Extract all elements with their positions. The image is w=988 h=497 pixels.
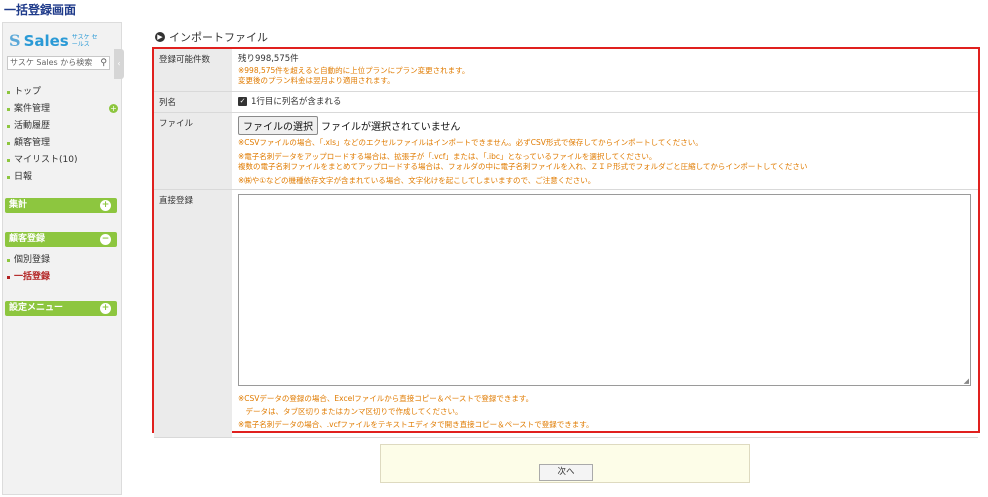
bullet-icon	[7, 159, 10, 162]
direct-entry-cell: ◢ ※CSVデータの登録の場合、Excelファイルから直接コピー＆ペーストで登録…	[232, 189, 978, 438]
file-note-1: ※CSVファイルの場合、「.xls」などのエクセルファイルはインポートできません…	[238, 137, 703, 147]
section-heading-text: インポートファイル	[169, 31, 268, 44]
direct-note-1: ※CSVデータの登録の場合、Excelファイルから直接コピー＆ペーストで登録でき…	[238, 393, 534, 403]
search-icon[interactable]: ⚲	[100, 57, 107, 69]
bullet-icon	[7, 125, 10, 128]
file-cell: ファイルの選択 ファイルが選択されていません ※CSVファイルの場合、「.xls」…	[232, 112, 978, 190]
section-settings-menu[interactable]: 設定メニュー +	[5, 301, 117, 316]
nav-item-label: マイリスト(10)	[14, 155, 78, 165]
nav-item-mylist[interactable]: マイリスト(10)	[7, 152, 117, 169]
file-note-4: ※㈱や①などの機種依存文字が含まれている場合、文字化けを起こしてしまいますので、…	[238, 175, 596, 185]
nav-item-customers[interactable]: 顧客管理	[7, 135, 117, 152]
add-deal-icon[interactable]: +	[109, 104, 118, 113]
arrow-right-icon: ▶	[155, 32, 165, 42]
minus-icon[interactable]: −	[100, 234, 111, 245]
nav-item-individual-registration[interactable]: 個別登録	[7, 252, 117, 269]
nav-item-bulk-registration[interactable]: 一括登録	[7, 269, 117, 286]
bullet-icon	[7, 142, 10, 145]
customer-registration-subnav: 個別登録 一括登録	[7, 252, 117, 286]
search-input[interactable]: サスケ Sales から検索 ⚲	[7, 56, 110, 70]
logo-subtext: サスケ セールス	[71, 33, 98, 48]
logo-icon: S	[9, 31, 21, 50]
page-title: 一括登録画面	[4, 3, 77, 17]
section-label: 顧客登録	[9, 234, 46, 244]
file-status: ファイルが選択されていません	[321, 121, 461, 133]
capacity-cell: 残り998,575件 ※998,575件を超えると自動的に上位プランにプラン変更…	[232, 49, 978, 92]
capacity-label: 登録可能件数	[154, 49, 232, 92]
row-capacity: 登録可能件数 残り998,575件 ※998,575件を超えると自動的に上位プラ…	[154, 49, 978, 92]
resize-grip-icon[interactable]: ◢	[964, 377, 969, 385]
bullet-icon	[7, 176, 10, 179]
choose-file-button[interactable]: ファイルの選択	[238, 115, 318, 135]
direct-note-3: ※電子名刺データの場合、.vcfファイルをテキストエディタで開き直接コピー＆ペー…	[238, 419, 594, 429]
plus-icon[interactable]: +	[100, 200, 111, 211]
header-row-checkbox[interactable]: ✓	[238, 96, 247, 106]
bullet-icon	[7, 276, 10, 279]
nav-item-label: 個別登録	[14, 255, 51, 265]
bullet-icon	[7, 259, 10, 262]
file-label: ファイル	[154, 112, 232, 190]
section-label: 設定メニュー	[9, 303, 64, 313]
main-nav: トップ 案件管理 + 活動履歴 顧客管理 マイリスト(10) 日報	[7, 84, 118, 186]
file-note-3: 複数の電子名刺ファイルをまとめてアップロードする場合は、フォルダの中に電子名刺フ…	[238, 161, 808, 171]
sidebar-collapse-tab[interactable]: ‹	[114, 49, 124, 79]
logo-text: Sales	[23, 31, 69, 50]
nav-item-deals[interactable]: 案件管理 +	[7, 101, 118, 118]
nav-item-label: トップ	[14, 87, 42, 97]
action-footer: 次へ	[380, 444, 750, 483]
nav-item-label: 活動履歴	[14, 121, 51, 131]
header-row-checkbox-label: 1行目に列名が含まれる	[251, 96, 342, 107]
nav-item-activity[interactable]: 活動履歴	[7, 118, 117, 135]
sidebar: ‹ S Sales サスケ セールス サスケ Sales から検索 ⚲ トップ …	[2, 22, 124, 495]
bullet-icon	[7, 108, 10, 111]
logo[interactable]: S Sales サスケ セールス	[9, 31, 98, 50]
direct-entry-label: 直接登録	[154, 189, 232, 438]
nav-item-label: 一括登録	[14, 272, 51, 282]
capacity-value: 残り998,575件	[238, 54, 299, 64]
import-form-table: 登録可能件数 残り998,575件 ※998,575件を超えると自動的に上位プラ…	[154, 49, 978, 438]
row-header: 列名 ✓ 1行目に列名が含まれる	[154, 91, 978, 113]
next-button[interactable]: 次へ	[539, 464, 593, 481]
nav-item-label: 顧客管理	[14, 138, 51, 148]
nav-item-label: 日報	[14, 172, 33, 182]
nav-item-top[interactable]: トップ	[7, 84, 117, 101]
capacity-note-2: 変更後のプラン料金は翌月より適用されます。	[238, 76, 395, 85]
row-file: ファイル ファイルの選択 ファイルが選択されていません ※CSVファイルの場合、「…	[154, 112, 978, 190]
bullet-icon	[7, 91, 10, 94]
search-placeholder: サスケ Sales から検索	[10, 58, 93, 67]
import-form: 登録可能件数 残り998,575件 ※998,575件を超えると自動的に上位プラ…	[152, 47, 980, 438]
direct-note-2: データは、タブ区切りまたはカンマ区切りで作成してください。	[238, 406, 463, 416]
capacity-note-1: ※998,575件を超えると自動的に上位プランにプラン変更されます。	[238, 66, 470, 75]
nav-item-daily-report[interactable]: 日報	[7, 169, 117, 186]
section-heading: ▶ インポートファイル	[155, 29, 268, 45]
section-label: 集計	[9, 200, 28, 210]
file-note-2: ※電子名刺データをアップロードする場合は、拡張子が「.vcf」または、「.ibc…	[238, 151, 657, 161]
section-customer-registration[interactable]: 顧客登録 −	[5, 232, 117, 247]
row-direct-entry: 直接登録 ◢ ※CSVデータの登録の場合、Excelファイルから直接コピー＆ペー…	[154, 189, 978, 438]
header-row-label: 列名	[154, 91, 232, 113]
plus-icon[interactable]: +	[100, 303, 111, 314]
section-aggregate[interactable]: 集計 +	[5, 198, 117, 213]
direct-entry-textarea[interactable]: ◢	[238, 193, 971, 386]
nav-item-label: 案件管理	[14, 104, 51, 114]
header-row-cell: ✓ 1行目に列名が含まれる	[232, 91, 978, 113]
